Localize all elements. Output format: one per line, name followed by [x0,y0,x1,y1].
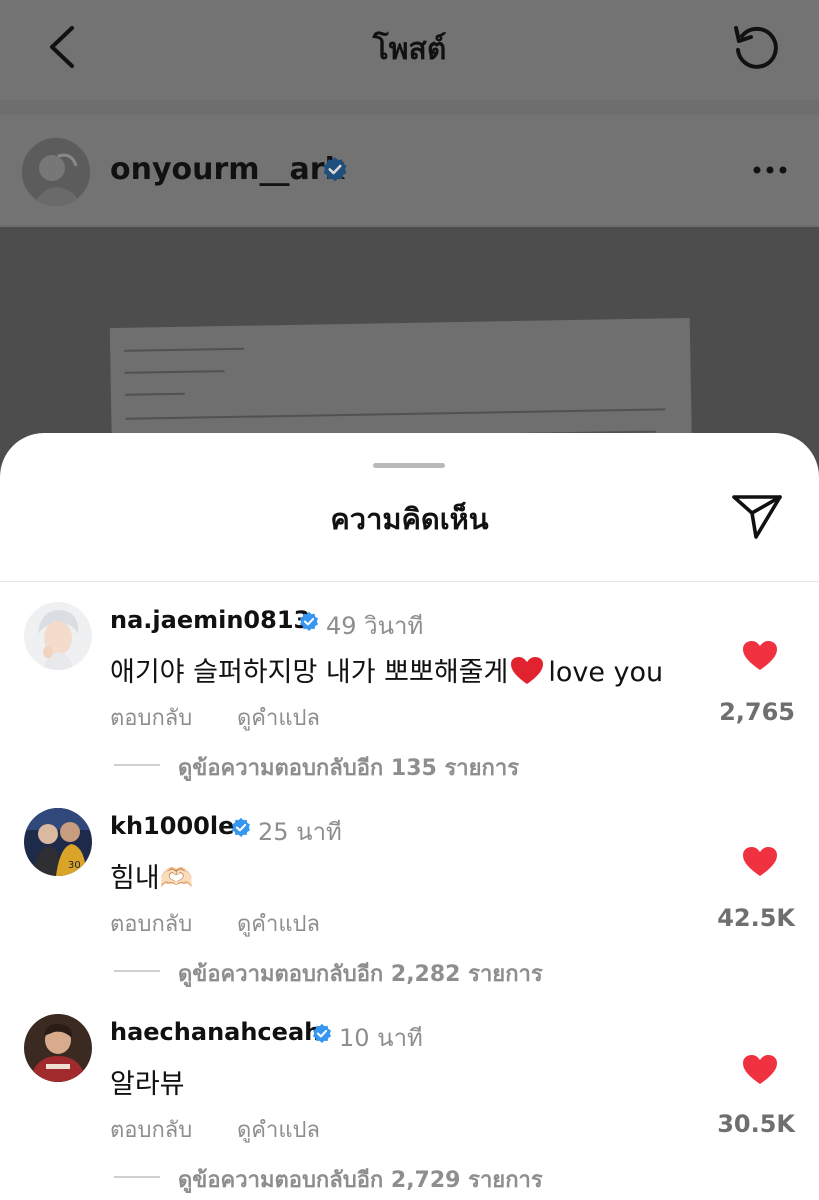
reply-button[interactable]: ตอบกลับ [110,1112,192,1147]
post-author-username[interactable]: onyourm__ark [110,152,345,187]
heart-icon[interactable] [742,1054,778,1086]
comment-username[interactable]: na.jaemin0813 [110,606,310,634]
comment-text: 힘내🫶🏻 [110,863,194,894]
svg-text:30: 30 [68,860,81,871]
view-replies-button[interactable]: ดูข้อความตอบกลับอีก 2,282 รายการ [178,956,543,991]
comments-sheet-title: ความคิดเห็น [330,502,489,536]
like-count: 30.5K [717,1110,795,1138]
verified-badge-icon [300,611,318,631]
see-translation-button[interactable]: ดูคำแปล [237,906,320,941]
top-navigation-bar: โพสต์ [0,0,819,100]
refresh-icon[interactable] [730,22,782,74]
comment-item: na.jaemin0813 49 วินาที 애기야 슬퍼하지망 내가 뽀뽀해… [0,602,819,802]
comment-text: 알라뷰 [110,1069,185,1100]
verified-badge-icon [323,157,347,182]
heart-icon[interactable] [742,846,778,878]
view-replies-button[interactable]: ดูข้อความตอบกลับอีก 135 รายการ [178,750,519,785]
comment-item: haechanahceah 10 นาที 알라뷰 ตอบกลับ ดูคำแป… [0,1014,819,1200]
comment-username[interactable]: kh1000le [110,812,234,840]
verified-badge-icon [232,817,250,837]
comment-text: 애기야 슬퍼하지망 내가 뽀뽀해줄게 love you [110,650,663,689]
see-translation-button[interactable]: ดูคำแปล [237,1112,320,1147]
drag-handle[interactable] [373,463,445,468]
verified-badge-icon [313,1023,331,1043]
replies-divider-line [114,1176,160,1178]
comment-timestamp: 25 นาที [258,818,342,846]
post-author-row: onyourm__ark [0,115,819,225]
send-icon[interactable] [728,487,786,545]
like-count: 42.5K [717,904,795,932]
more-horizontal-icon[interactable] [752,158,788,182]
see-translation-button[interactable]: ดูคำแปล [237,700,320,735]
heart-icon[interactable] [742,640,778,672]
page-title: โพสต์ [372,32,447,67]
author-avatar[interactable] [22,138,90,206]
comment-timestamp: 49 วินาที [326,612,424,640]
reply-button[interactable]: ตอบกลับ [110,700,192,735]
replies-divider-line [114,764,160,766]
comment-text-main: 애기야 슬퍼하지망 내가 뽀뽀해줄게 [110,657,509,688]
sheet-divider [0,581,819,582]
reply-button[interactable]: ตอบกลับ [110,906,192,941]
commenter-avatar[interactable]: 30 [24,808,92,876]
commenter-avatar[interactable] [24,1014,92,1082]
view-replies-button[interactable]: ดูข้อความตอบกลับอีก 2,729 รายการ [178,1162,543,1197]
comments-sheet: ความคิดเห็น na.jaemin0813 49 วินาที 애기야 … [0,433,819,1200]
comment-text-suffix: love you [548,657,664,688]
like-count: 2,765 [719,698,795,726]
comment-timestamp: 10 นาที [339,1024,423,1052]
replies-divider-line [114,970,160,972]
comment-username[interactable]: haechanahceah [110,1018,321,1046]
red-heart-emoji [511,657,544,684]
commenter-avatar[interactable] [24,602,92,670]
comment-item: 30 kh1000le 25 นาที 힘내🫶🏻 ตอบกลับ ดูคำแปล… [0,808,819,1008]
